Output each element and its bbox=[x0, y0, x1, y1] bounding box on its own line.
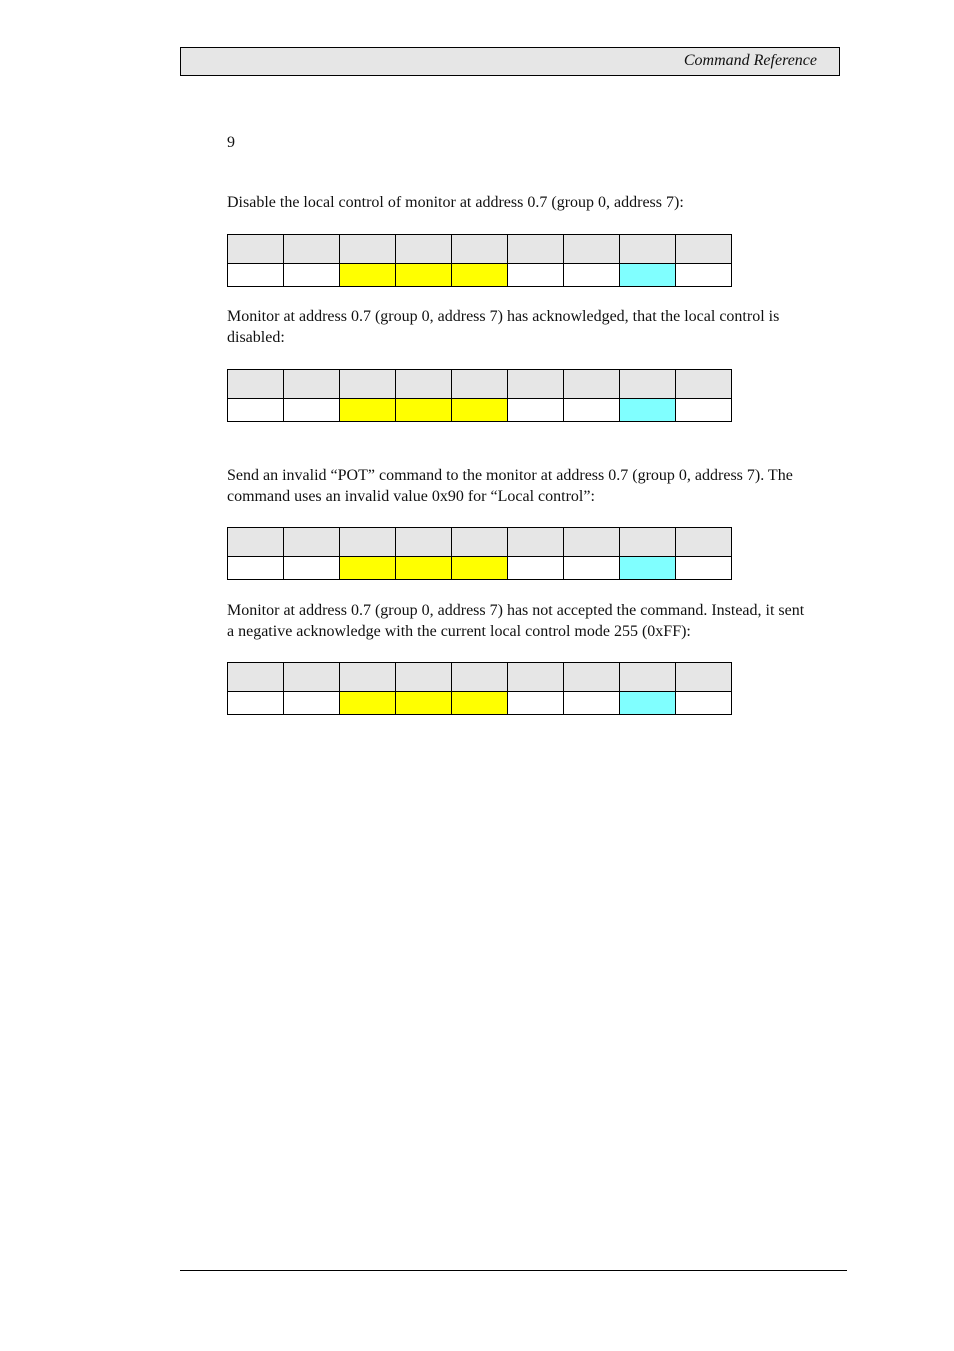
frame-value-row bbox=[227, 691, 732, 715]
frame-cell bbox=[619, 234, 676, 264]
frame-value-row bbox=[227, 263, 732, 287]
command-byte-cell bbox=[339, 398, 396, 422]
frame-cell bbox=[283, 263, 340, 287]
command-byte-cell bbox=[339, 691, 396, 715]
frame-cell bbox=[675, 691, 732, 715]
header-title: Command Reference bbox=[683, 52, 817, 69]
frame-header-row bbox=[227, 527, 732, 557]
command-byte-cell bbox=[451, 398, 508, 422]
command-byte-cell bbox=[451, 263, 508, 287]
frame-cell bbox=[507, 234, 564, 264]
frame-cell bbox=[395, 527, 452, 557]
command-byte-cell bbox=[395, 263, 452, 287]
frame-cell bbox=[283, 662, 340, 692]
frame-cell bbox=[619, 369, 676, 399]
frame-cell bbox=[507, 662, 564, 692]
checksum-cell bbox=[619, 691, 676, 715]
frame-cell bbox=[675, 398, 732, 422]
frame-cell bbox=[563, 556, 620, 580]
frame-cell bbox=[563, 527, 620, 557]
frame-cell bbox=[339, 527, 396, 557]
frame-cell bbox=[563, 662, 620, 692]
frame-cell bbox=[507, 691, 564, 715]
frame-cell bbox=[395, 234, 452, 264]
frame-cell bbox=[563, 398, 620, 422]
frame-cell bbox=[227, 556, 284, 580]
frame-cell bbox=[619, 662, 676, 692]
frame-cell bbox=[675, 234, 732, 264]
frame-cell bbox=[283, 234, 340, 264]
command-byte-cell bbox=[395, 398, 452, 422]
frame-cell bbox=[227, 398, 284, 422]
frame-cell bbox=[563, 369, 620, 399]
frame-cell bbox=[227, 234, 284, 264]
frame-cell bbox=[227, 662, 284, 692]
frame-value-row bbox=[227, 398, 732, 422]
frame-cell bbox=[283, 691, 340, 715]
frame-cell bbox=[507, 369, 564, 399]
frame-cell bbox=[339, 234, 396, 264]
frame-cell bbox=[451, 662, 508, 692]
frame-cell bbox=[507, 527, 564, 557]
page-header: Command Reference bbox=[180, 47, 840, 76]
footer-rule bbox=[180, 1270, 847, 1271]
frame-cell bbox=[675, 662, 732, 692]
frame-cell bbox=[283, 398, 340, 422]
frame-cell bbox=[507, 556, 564, 580]
frame-header-row bbox=[227, 662, 732, 692]
checksum-cell bbox=[619, 263, 676, 287]
frame-cell bbox=[395, 369, 452, 399]
example-1-description: Disable the local control of monitor at … bbox=[227, 194, 684, 211]
frame-cell bbox=[451, 234, 508, 264]
command-byte-cell bbox=[395, 691, 452, 715]
command-byte-cell bbox=[339, 263, 396, 287]
frame-cell bbox=[563, 263, 620, 287]
frame-cell bbox=[283, 369, 340, 399]
frame-cell bbox=[339, 662, 396, 692]
frame-cell bbox=[563, 234, 620, 264]
example-2-description: Monitor at address 0.7 (group 0, address… bbox=[227, 308, 780, 346]
checksum-cell bbox=[619, 556, 676, 580]
frame-cell bbox=[675, 369, 732, 399]
frame-header-row bbox=[227, 369, 732, 399]
example-4-description: Monitor at address 0.7 (group 0, address… bbox=[227, 602, 805, 640]
frame-table-1 bbox=[227, 234, 732, 287]
frame-cell bbox=[339, 369, 396, 399]
frame-cell bbox=[227, 691, 284, 715]
frame-cell bbox=[675, 556, 732, 580]
frame-cell bbox=[395, 662, 452, 692]
frame-cell bbox=[227, 263, 284, 287]
frame-cell bbox=[451, 369, 508, 399]
command-byte-cell bbox=[395, 556, 452, 580]
section-number: 9 bbox=[227, 134, 235, 151]
frame-table-4 bbox=[227, 662, 732, 715]
frame-table-3 bbox=[227, 527, 732, 580]
example-3-description: Send an invalid “POT” command to the mon… bbox=[227, 467, 793, 505]
frame-table-2 bbox=[227, 369, 732, 422]
command-byte-cell bbox=[451, 556, 508, 580]
frame-cell bbox=[507, 398, 564, 422]
frame-cell bbox=[227, 369, 284, 399]
frame-value-row bbox=[227, 556, 732, 580]
checksum-cell bbox=[619, 398, 676, 422]
frame-cell bbox=[283, 556, 340, 580]
command-byte-cell bbox=[451, 691, 508, 715]
frame-cell bbox=[675, 527, 732, 557]
frame-cell bbox=[283, 527, 340, 557]
frame-cell bbox=[507, 263, 564, 287]
frame-cell bbox=[675, 263, 732, 287]
frame-cell bbox=[563, 691, 620, 715]
frame-cell bbox=[451, 527, 508, 557]
frame-cell bbox=[619, 527, 676, 557]
frame-header-row bbox=[227, 234, 732, 264]
frame-cell bbox=[227, 527, 284, 557]
command-byte-cell bbox=[339, 556, 396, 580]
